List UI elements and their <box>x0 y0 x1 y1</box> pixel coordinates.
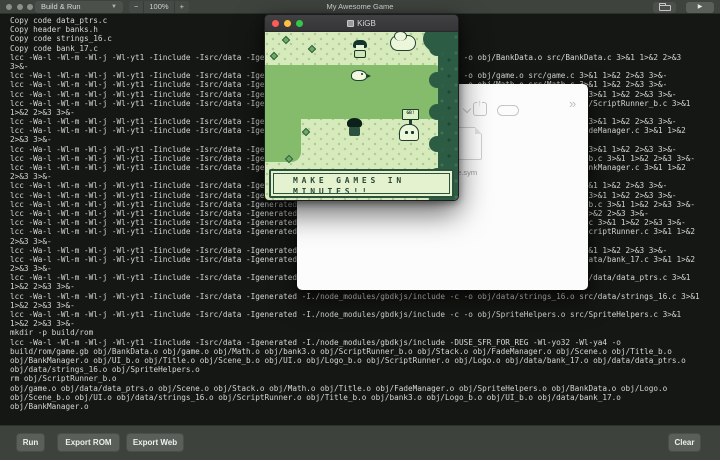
console-line: 1>&2 2>&3 3>&- <box>10 301 720 310</box>
dialog-box: MAKE GAMES IN MINUTES!! <box>269 169 454 198</box>
ghost-sprite <box>399 124 419 141</box>
emulator-title-label: KiGB <box>357 19 376 28</box>
window-controls <box>6 4 33 10</box>
export-web-button[interactable]: Export Web <box>126 433 184 452</box>
sign-board: GB! <box>402 109 419 120</box>
plant-sprite <box>282 36 290 44</box>
bush-sprite <box>390 35 416 51</box>
meadow-strip <box>265 65 301 162</box>
console-line: mkdir -p build/rom <box>10 328 720 337</box>
plant-sprite <box>308 45 316 53</box>
zoom-control: − 100% + <box>129 1 189 13</box>
player-body <box>349 127 360 136</box>
build-run-label: Build & Run <box>41 1 81 13</box>
tree-icon <box>429 72 445 88</box>
build-run-dropdown[interactable]: Build & Run ▼ <box>35 1 123 13</box>
console-line: rm obj/ScriptRunner_b.o <box>10 374 720 383</box>
zoom-in-button[interactable]: + <box>174 1 189 13</box>
share-arrow-icon: ↑ <box>477 99 482 108</box>
run-button[interactable]: Run <box>16 433 45 452</box>
plant-sprite <box>302 128 310 136</box>
dialog-text-line1: MAKE GAMES IN <box>293 176 452 187</box>
console-line: obj/BankManager.o <box>10 402 720 411</box>
player-sprite <box>347 118 362 137</box>
duck-beak <box>367 74 371 78</box>
console-line: lcc -Wa-l -Wl-m -Wl-j -Wl-yt1 -Iinclude … <box>10 310 720 319</box>
npc-sprite <box>353 40 367 58</box>
dialog-text-line2: MINUTES!! <box>293 187 452 198</box>
zoom-level: 100% <box>143 1 173 13</box>
emulator-window-controls <box>272 20 303 27</box>
duck-eye <box>361 73 363 75</box>
window-close-button[interactable] <box>6 4 12 10</box>
console-line: 1>&2 2>&3 3>&- <box>10 319 720 328</box>
window-zoom-button[interactable] <box>27 4 33 10</box>
duck-sprite <box>351 70 367 81</box>
npc-body <box>354 50 366 58</box>
footer-toolbar: Run Export ROM Export Web Clear <box>0 425 720 460</box>
ghost-eye <box>405 131 408 134</box>
chevron-down-icon: ▼ <box>111 1 117 13</box>
tree-icon <box>429 136 445 152</box>
document-icon[interactable] <box>457 127 482 160</box>
zoom-out-button[interactable]: − <box>129 1 143 13</box>
console-line: obj/BankManager.o obj/UI_b.o obj/Title.o… <box>10 356 720 365</box>
play-button[interactable]: ▶ <box>686 2 714 13</box>
emulator-window: KiGB <box>264 14 459 201</box>
play-icon: ▶ <box>698 4 703 10</box>
export-rom-button[interactable]: Export ROM <box>57 433 120 452</box>
emulator-zoom-button[interactable] <box>296 20 303 27</box>
open-folder-button[interactable] <box>653 2 676 13</box>
gbstudio-window: Build & Run ▼ − 100% + My Awesome Game ▶… <box>0 0 720 460</box>
folder-icon <box>659 5 671 11</box>
console-line: lcc -Wa-l -Wl-m -Wl-j -Wl-yt1 -Iinclude … <box>10 338 720 347</box>
console-line: obj/data/strings_16.o obj/SpriteHelpers.… <box>10 365 720 374</box>
emulator-close-button[interactable] <box>272 20 279 27</box>
console-line: obj/game.o obj/data/data_ptrs.o obj/Scen… <box>10 384 720 393</box>
toolbar-overflow-icon[interactable]: » <box>569 96 576 111</box>
console-line: obj/Scene_b.o obj/UI.o obj/data/strings_… <box>10 393 720 402</box>
kigb-app-icon <box>347 20 354 27</box>
chevron-down-icon[interactable] <box>463 105 471 113</box>
app-toolbar: Build & Run ▼ − 100% + My Awesome Game ▶ <box>0 0 720 14</box>
tree-icon <box>429 104 445 120</box>
clear-button[interactable]: Clear <box>668 433 701 452</box>
plant-sprite <box>270 52 278 60</box>
ghost-eye <box>411 131 414 134</box>
game-screen[interactable]: GB! MAKE GAMES IN MINUTES!! <box>265 32 458 201</box>
emulator-titlebar[interactable]: KiGB <box>265 15 458 32</box>
console-line: lcc -Wa-l -Wl-m -Wl-j -Wl-yt1 -Iinclude … <box>10 292 720 301</box>
share-icon[interactable]: ↑ <box>473 102 487 116</box>
console-line: build/rom/game.gb obj/BankData.o obj/gam… <box>10 347 720 356</box>
window-minimize-button[interactable] <box>17 4 23 10</box>
emulator-minimize-button[interactable] <box>284 20 291 27</box>
tab-overview-icon[interactable] <box>497 105 519 116</box>
